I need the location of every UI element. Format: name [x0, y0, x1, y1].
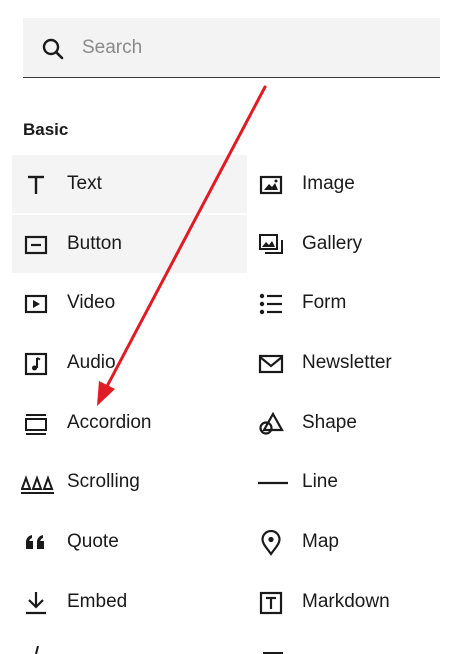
embed-icon — [26, 592, 46, 615]
block-label: Button — [67, 233, 122, 254]
block-item-text[interactable]: Text — [12, 155, 247, 213]
accordion-icon — [25, 414, 47, 435]
quote-icon — [26, 535, 44, 549]
block-label: Map — [302, 531, 339, 552]
block-label: Line — [302, 471, 338, 492]
block-item-image[interactable]: Image — [247, 155, 462, 213]
text-icon — [28, 175, 44, 194]
video-icon — [24, 294, 48, 314]
block-label: Embed — [67, 591, 128, 612]
block-label: Accordion — [67, 412, 152, 433]
form-icon — [259, 293, 282, 315]
shape-icon — [259, 411, 284, 435]
button-icon — [24, 235, 48, 255]
block-item-map[interactable]: Map — [247, 513, 462, 571]
block-item-button[interactable]: Button — [12, 215, 247, 273]
block-item-embed[interactable]: Embed — [12, 573, 247, 631]
search-bar[interactable] — [23, 18, 440, 78]
block-item-line[interactable]: Line — [247, 453, 462, 511]
block-label: Markdown — [302, 591, 390, 612]
line-icon — [258, 481, 288, 485]
search-icon — [42, 38, 64, 60]
block-item-gallery[interactable]: Gallery — [247, 215, 462, 273]
block-label: Quote — [67, 531, 119, 552]
image-icon — [259, 175, 283, 195]
block-item-video[interactable]: Video — [12, 274, 247, 332]
audio-icon — [24, 352, 48, 376]
block-label: Form — [302, 292, 347, 313]
gallery-icon — [259, 234, 283, 254]
block-item-shape[interactable]: Shape — [247, 394, 462, 452]
newsletter-icon — [258, 354, 284, 374]
block-item-scrolling[interactable]: Scrolling — [12, 453, 247, 511]
block-picker-panel: Basic Text Button Video Audio — [0, 0, 474, 654]
block-label: Text — [67, 173, 102, 194]
block-item-accordion[interactable]: Accordion — [12, 394, 247, 452]
section-heading-basic: Basic — [23, 120, 69, 139]
block-label: Newsletter — [302, 352, 392, 373]
block-label: Audio — [67, 352, 116, 373]
block-item-newsletter[interactable]: Newsletter — [247, 334, 462, 392]
partial-icon-cutoff — [35, 646, 39, 654]
scrolling-icon — [21, 475, 54, 494]
block-label: Video — [67, 292, 116, 313]
markdown-icon — [259, 591, 283, 615]
block-item-audio[interactable]: Audio — [12, 334, 247, 392]
block-item-markdown[interactable]: Markdown — [247, 573, 462, 631]
partial-icon-cutoff — [263, 652, 283, 654]
block-label: Shape — [302, 412, 357, 433]
map-pin-icon — [261, 530, 281, 556]
block-label: Scrolling — [67, 471, 140, 492]
block-item-form[interactable]: Form — [247, 274, 462, 332]
block-label: Image — [302, 173, 355, 194]
block-label: Gallery — [302, 233, 363, 254]
search-input[interactable] — [82, 33, 412, 63]
block-item-quote[interactable]: Quote — [12, 513, 247, 571]
